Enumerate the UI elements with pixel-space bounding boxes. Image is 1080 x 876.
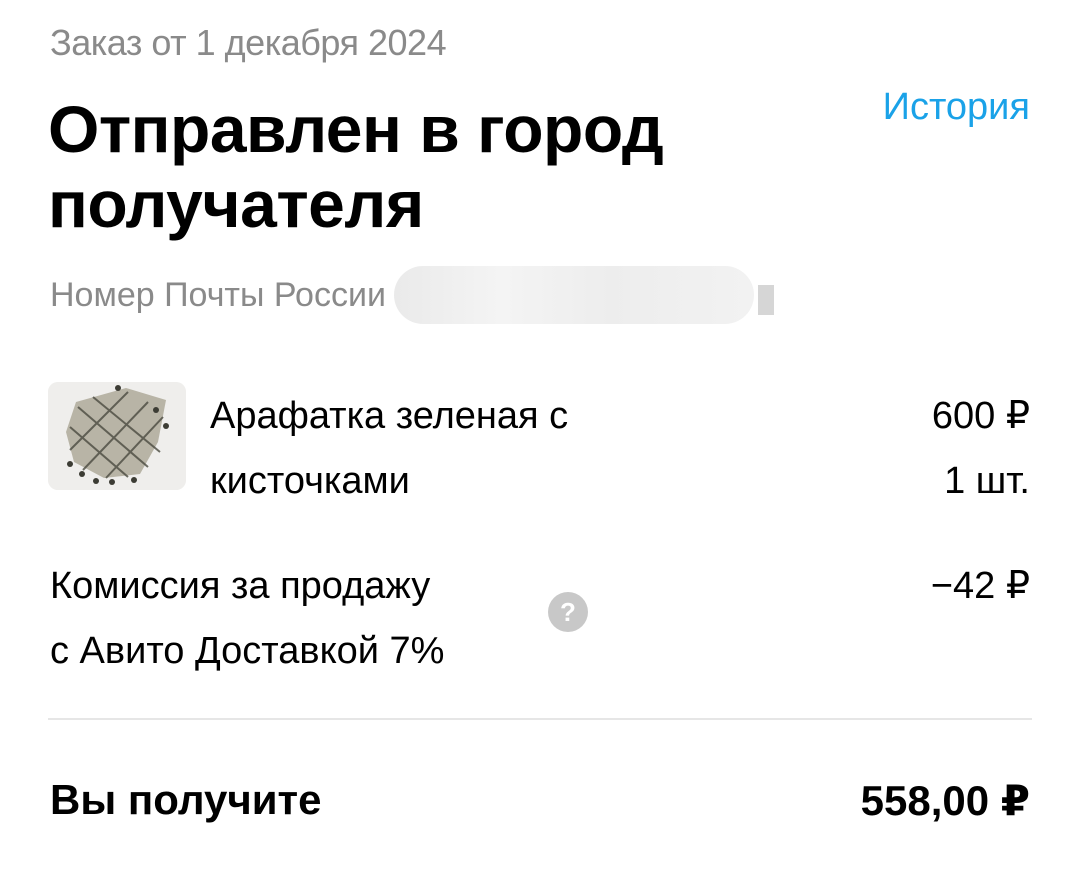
item-price: 600 ₽ xyxy=(931,395,1030,437)
fee-value: −42 ₽ xyxy=(930,565,1030,607)
total-value: 558,00 ₽ xyxy=(860,777,1030,824)
divider xyxy=(48,718,1032,720)
item-quantity: 1 шт. xyxy=(944,459,1030,502)
help-icon[interactable]: ? xyxy=(548,592,588,632)
item-name[interactable]: Арафатка зеленая с кисточками xyxy=(210,384,730,513)
order-date: Заказ от 1 декабря 2024 xyxy=(50,22,447,63)
fee-label-line2: с Авито Доставкой 7% xyxy=(50,630,445,673)
fee-label: Комиссия за продажу с Авито Доставкой 7% xyxy=(50,554,570,685)
tracking-number-redacted[interactable] xyxy=(393,266,754,324)
page-title: Отправлен в город получателя xyxy=(48,92,664,242)
tracking-row: Номер Почты России xyxy=(50,266,774,324)
copy-icon[interactable] xyxy=(757,285,774,315)
item-name-line1: Арафатка зеленая с xyxy=(210,395,569,437)
item-price-block: 600 ₽ 1 шт. xyxy=(932,384,1030,513)
scarf-image-icon xyxy=(48,382,186,490)
fee-label-line1: Комиссия за продажу xyxy=(50,565,431,607)
history-link[interactable]: История xyxy=(883,86,1030,129)
total-label: Вы получите xyxy=(50,776,322,823)
item-thumbnail[interactable] xyxy=(48,382,186,490)
tracking-label: Номер Почты России xyxy=(50,275,386,314)
item-name-line2: кисточками xyxy=(210,459,410,502)
